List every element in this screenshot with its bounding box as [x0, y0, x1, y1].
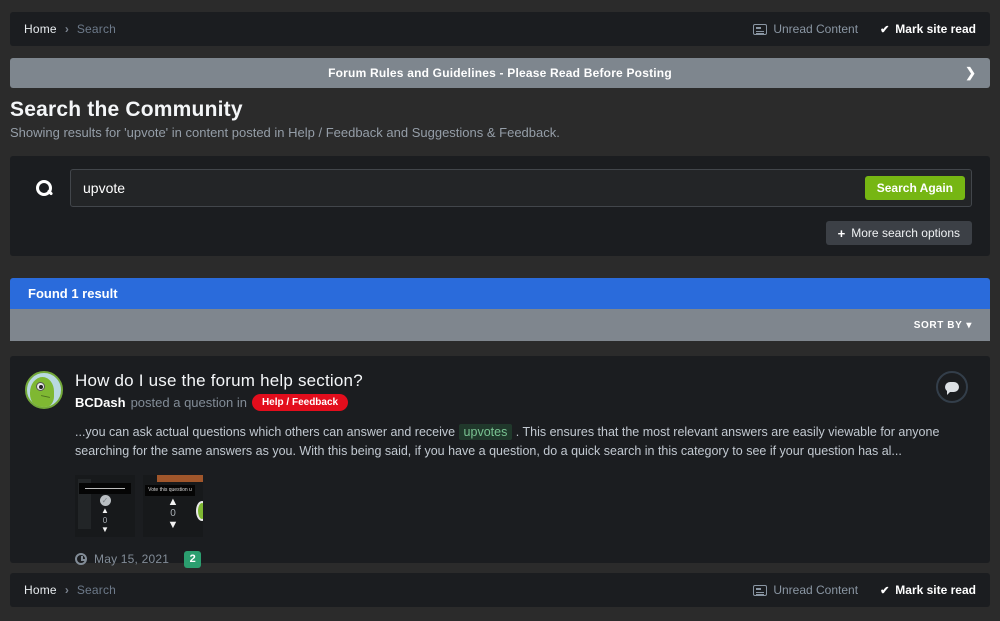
footer-mark-site-read-label: Mark site read — [895, 583, 976, 597]
attachment-thumbnail[interactable]: Vote this question u ▲ 0 ▼ — [143, 475, 203, 537]
page: Home › Search Unread Content ✔ Mark site… — [0, 0, 1000, 621]
result-date: May 15, 2021 — [94, 552, 169, 566]
breadcrumb: Home › Search — [24, 22, 116, 36]
forum-rules-banner-label: Forum Rules and Guidelines - Please Read… — [328, 66, 672, 80]
page-title: Search the Community — [10, 98, 990, 122]
sort-bar: SORT BY ▾ — [10, 309, 990, 341]
footer-mark-site-read-link[interactable]: ✔ Mark site read — [880, 583, 976, 597]
question-type-indicator — [936, 371, 968, 403]
unread-content-label: Unread Content — [773, 22, 858, 36]
vote-count: 0 — [170, 508, 176, 519]
mark-site-read-link[interactable]: ✔ Mark site read — [880, 22, 976, 36]
results-count-label: Found 1 result — [28, 286, 118, 301]
breadcrumb-home[interactable]: Home — [24, 22, 57, 36]
top-breadcrumb-bar: Home › Search Unread Content ✔ Mark site… — [10, 12, 990, 46]
avatar-edge-art — [196, 501, 203, 521]
search-panel: Search Again + More search options — [10, 156, 990, 256]
upvote-icon: ▲ — [168, 497, 179, 507]
thumbnail-tooltip: Vote this question u — [145, 485, 195, 496]
footer-breadcrumb: Home › Search — [24, 583, 116, 597]
footer-unread-content-link[interactable]: Unread Content — [753, 583, 858, 597]
mark-site-read-label: Mark site read — [895, 22, 976, 36]
bottom-bar-actions: Unread Content ✔ Mark site read — [753, 583, 976, 597]
result-footer: May 15, 2021 2 — [75, 551, 970, 568]
result-body: ...you can ask actual questions which ot… — [75, 423, 970, 537]
check-icon: ✔ — [880, 23, 889, 36]
upvote-icon: ▲ — [101, 507, 109, 515]
plus-icon: + — [838, 226, 846, 241]
thumbnail-header-bar — [157, 475, 203, 482]
result-snippet: ...you can ask actual questions which ot… — [75, 423, 970, 462]
footer-breadcrumb-home[interactable]: Home — [24, 583, 57, 597]
check-circle-icon: ✓ — [100, 495, 111, 506]
search-options-row: + More search options — [28, 221, 972, 245]
byline-action-text: posted a question in — [131, 395, 247, 410]
result-byline: BCDash posted a question in Help / Feedb… — [75, 394, 970, 411]
avatar[interactable] — [25, 371, 63, 409]
more-search-options-label: More search options — [851, 226, 960, 240]
breadcrumb-search[interactable]: Search — [77, 22, 116, 36]
search-result-card: How do I use the forum help section? BCD… — [10, 356, 990, 563]
results-count-bar: Found 1 result — [10, 278, 990, 309]
page-header: Search the Community Showing results for… — [10, 98, 990, 140]
caret-down-icon: ▾ — [966, 320, 972, 331]
sort-by-dropdown[interactable]: SORT BY ▾ — [914, 320, 972, 331]
more-search-options-button[interactable]: + More search options — [826, 221, 972, 245]
snippet-prefix: ...you can ask actual questions which ot… — [75, 425, 459, 439]
gecko-pupil — [39, 385, 43, 389]
top-bar-actions: Unread Content ✔ Mark site read — [753, 22, 976, 36]
newspaper-icon — [753, 24, 767, 35]
breadcrumb-separator-icon: › — [65, 22, 69, 36]
thumbnail-tooltip — [79, 483, 131, 494]
bottom-breadcrumb-bar: Home › Search Unread Content ✔ Mark site… — [10, 573, 990, 607]
vote-widget: ▲ 0 ▼ — [143, 497, 203, 530]
attachment-thumbnails: ✓ ▲ 0 ▼ Vote this question u ▲ 0 ▼ — [75, 475, 970, 537]
forum-rules-banner[interactable]: Forum Rules and Guidelines - Please Read… — [10, 58, 990, 88]
category-badge[interactable]: Help / Feedback — [252, 394, 348, 411]
attachment-thumbnail[interactable]: ✓ ▲ 0 ▼ — [75, 475, 135, 537]
result-heading-text: How do I use the forum help section? BCD… — [75, 371, 970, 411]
sort-by-label: SORT BY — [914, 320, 963, 331]
search-again-button[interactable]: Search Again — [865, 176, 965, 200]
vote-count: 0 — [103, 516, 107, 525]
footer-unread-content-label: Unread Content — [773, 583, 858, 597]
search-input[interactable] — [70, 169, 972, 207]
check-icon: ✔ — [880, 584, 889, 597]
page-subtitle: Showing results for 'upvote' in content … — [10, 125, 990, 140]
reply-count-badge[interactable]: 2 — [184, 551, 201, 568]
vote-widget: ✓ ▲ 0 ▼ — [75, 495, 135, 534]
downvote-icon: ▼ — [168, 520, 179, 530]
unread-content-link[interactable]: Unread Content — [753, 22, 858, 36]
highlighted-search-term: upvotes — [459, 424, 513, 440]
result-header: How do I use the forum help section? BCD… — [25, 371, 970, 411]
result-title-link[interactable]: How do I use the forum help section? — [75, 371, 970, 391]
footer-breadcrumb-separator-icon: › — [65, 583, 69, 597]
downvote-icon: ▼ — [101, 526, 109, 534]
search-icon — [36, 180, 52, 196]
footer-breadcrumb-search[interactable]: Search — [77, 583, 116, 597]
author-link[interactable]: BCDash — [75, 395, 126, 410]
clock-icon — [75, 553, 87, 565]
newspaper-icon — [753, 585, 767, 596]
search-input-wrap: Search Again — [70, 169, 972, 207]
search-row: Search Again — [28, 169, 972, 207]
speech-bubble-icon — [945, 382, 959, 392]
chevron-right-icon: ❯ — [965, 65, 976, 81]
